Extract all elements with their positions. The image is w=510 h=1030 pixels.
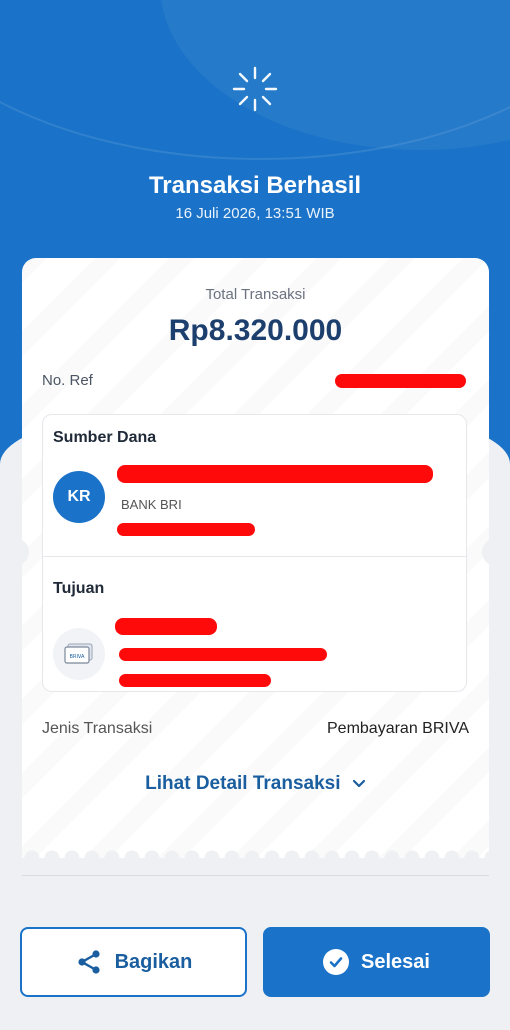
redaction-destination-detail [119,648,327,661]
source-bank-name: BANK BRI [121,497,182,512]
transaction-datetime: 16 Juli 2026, 13:51 WIB [175,205,335,222]
total-label: Total Transaksi [205,286,306,303]
redaction-destination-number [119,674,271,687]
redaction-destination-name [115,618,217,635]
ref-label: No. Ref [42,372,93,389]
view-detail-label: Lihat Detail Transaksi [145,773,341,794]
done-label: Selesai [361,950,430,973]
transaction-type-label: Jenis Transaksi [42,720,153,737]
share-icon [77,950,100,974]
total-amount: Rp8.320.000 [168,314,343,347]
destination-section: Tujuan BRIVA [42,556,467,692]
view-detail-link[interactable]: Lihat Detail Transaksi [22,773,489,795]
redaction-account-number [117,523,255,536]
section-divider [43,556,466,557]
share-label: Bagikan [114,950,193,973]
transaction-type-value: Pembayaran BRIVA [327,720,469,737]
chevron-down-icon [352,779,365,788]
redaction-account-name [117,465,433,483]
receipt-card: Total Transaksi Rp8.320.000 No. Ref Sumb… [22,258,489,858]
source-of-funds-section: Sumber Dana KR BANK BRI [42,414,467,556]
briva-card-icon: BRIVA [64,643,93,664]
card-text: BRIVA [70,654,85,660]
destination-title: Tujuan [53,580,105,597]
source-title: Sumber Dana [53,429,157,446]
page-title: Transaksi Berhasil [148,172,362,199]
avatar: KR [53,471,105,523]
share-button[interactable]: Bagikan [20,927,247,997]
redaction-ref-number [335,374,466,388]
success-sparkle-icon [232,66,278,112]
bottom-divider [22,875,489,876]
check-circle-icon [323,949,350,975]
destination-icon-circle: BRIVA [53,628,105,680]
done-button[interactable]: Selesai [263,927,490,997]
